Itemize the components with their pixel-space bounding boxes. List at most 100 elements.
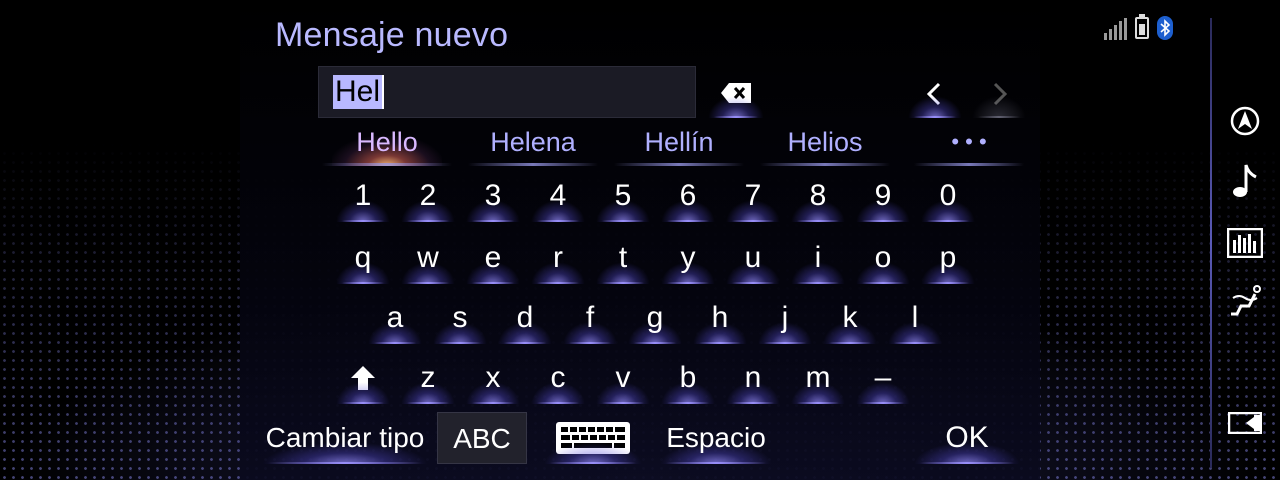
key-m[interactable]: m xyxy=(787,356,849,404)
key-label: p xyxy=(939,241,957,274)
key-label: b xyxy=(679,361,697,394)
ok-label: OK xyxy=(945,421,989,454)
key-v[interactable]: v xyxy=(592,356,654,404)
key-n[interactable]: n xyxy=(722,356,784,404)
key-k[interactable]: k xyxy=(819,296,881,344)
keyboard-layout-button[interactable] xyxy=(540,412,646,464)
key-label: 1 xyxy=(354,179,372,212)
cursor-right-button[interactable] xyxy=(968,70,1030,118)
navigation-button[interactable] xyxy=(1226,102,1264,140)
message-input[interactable]: Hel xyxy=(318,66,696,118)
suggestion-item[interactable]: Helios xyxy=(760,122,890,166)
key-t[interactable]: t xyxy=(592,236,654,284)
chevron-left-icon xyxy=(926,82,941,106)
key-label: u xyxy=(744,241,762,274)
key-u[interactable]: u xyxy=(722,236,784,284)
more-suggestions-button[interactable]: • • • xyxy=(914,122,1024,166)
key-s[interactable]: s xyxy=(429,296,491,344)
key-p[interactable]: p xyxy=(917,236,979,284)
key-label: j xyxy=(781,301,789,334)
key-dash[interactable]: – xyxy=(852,356,914,404)
status-bar xyxy=(1104,14,1173,40)
sidebar-divider xyxy=(1210,18,1212,468)
display-icon xyxy=(1228,412,1262,434)
suggestion-label: Helena xyxy=(490,127,576,157)
key-4[interactable]: 4 xyxy=(527,174,589,222)
abc-mode-button[interactable]: ABC xyxy=(437,412,527,464)
key-0[interactable]: 0 xyxy=(917,174,979,222)
chevron-right-icon xyxy=(993,82,1008,106)
ok-button[interactable]: OK xyxy=(910,412,1024,464)
change-type-button[interactable]: Cambiar tipo xyxy=(258,412,432,464)
music-note-icon xyxy=(1233,164,1257,197)
key-f[interactable]: f xyxy=(559,296,621,344)
signal-icon xyxy=(1104,18,1127,40)
key-o[interactable]: o xyxy=(852,236,914,284)
key-8[interactable]: 8 xyxy=(787,174,849,222)
key-label: 9 xyxy=(874,179,892,212)
key-a[interactable]: a xyxy=(364,296,426,344)
key-d[interactable]: d xyxy=(494,296,556,344)
key-label: f xyxy=(585,301,595,334)
suggestion-label: Hellín xyxy=(644,127,714,157)
key-label: l xyxy=(911,301,919,334)
key-label: i xyxy=(814,241,822,274)
key-label: y xyxy=(680,241,696,274)
input-selected-text: Hel xyxy=(333,75,383,109)
key-2[interactable]: 2 xyxy=(397,174,459,222)
key-z[interactable]: z xyxy=(397,356,459,404)
shift-key[interactable] xyxy=(332,356,394,404)
key-label: v xyxy=(615,361,631,394)
key-label: 8 xyxy=(809,179,827,212)
key-r[interactable]: r xyxy=(527,236,589,284)
key-label: x xyxy=(485,361,501,394)
key-w[interactable]: w xyxy=(397,236,459,284)
key-1[interactable]: 1 xyxy=(332,174,394,222)
key-j[interactable]: j xyxy=(754,296,816,344)
key-label: m xyxy=(805,361,831,394)
key-9[interactable]: 9 xyxy=(852,174,914,222)
key-q[interactable]: q xyxy=(332,236,394,284)
page-title: Mensaje nuevo xyxy=(275,16,509,54)
key-h[interactable]: h xyxy=(689,296,751,344)
key-label: 2 xyxy=(419,179,437,212)
suggestion-item[interactable]: Helena xyxy=(468,122,598,166)
key-7[interactable]: 7 xyxy=(722,174,784,222)
bluetooth-icon xyxy=(1157,16,1173,40)
key-label: g xyxy=(646,301,664,334)
climate-button[interactable] xyxy=(1226,283,1264,321)
display-button[interactable] xyxy=(1226,404,1264,442)
cursor-left-button[interactable] xyxy=(904,70,966,118)
media-button[interactable] xyxy=(1226,224,1264,262)
key-label: d xyxy=(516,301,534,334)
key-b[interactable]: b xyxy=(657,356,719,404)
suggestion-item[interactable]: Hello xyxy=(322,122,452,166)
key-label: 6 xyxy=(679,179,697,212)
key-label: c xyxy=(550,361,566,394)
backspace-button[interactable] xyxy=(704,70,768,118)
key-y[interactable]: y xyxy=(657,236,719,284)
key-l[interactable]: l xyxy=(884,296,946,344)
key-label: r xyxy=(553,241,563,274)
key-e[interactable]: e xyxy=(462,236,524,284)
key-label: 4 xyxy=(549,179,567,212)
key-5[interactable]: 5 xyxy=(592,174,654,222)
space-button[interactable]: Espacio xyxy=(656,412,776,464)
equalizer-icon xyxy=(1227,228,1263,258)
key-label: w xyxy=(417,241,439,274)
key-label: n xyxy=(744,361,762,394)
key-3[interactable]: 3 xyxy=(462,174,524,222)
seat-climate-icon xyxy=(1231,285,1261,316)
suggestion-item[interactable]: Hellín xyxy=(614,122,744,166)
key-6[interactable]: 6 xyxy=(657,174,719,222)
text-caret xyxy=(382,75,384,109)
key-c[interactable]: c xyxy=(527,356,589,404)
key-label: q xyxy=(354,241,372,274)
key-label: 7 xyxy=(744,179,762,212)
key-g[interactable]: g xyxy=(624,296,686,344)
key-i[interactable]: i xyxy=(787,236,849,284)
key-label: 0 xyxy=(939,179,957,212)
audio-button[interactable] xyxy=(1226,162,1264,200)
key-x[interactable]: x xyxy=(462,356,524,404)
abc-label: ABC xyxy=(453,423,511,454)
